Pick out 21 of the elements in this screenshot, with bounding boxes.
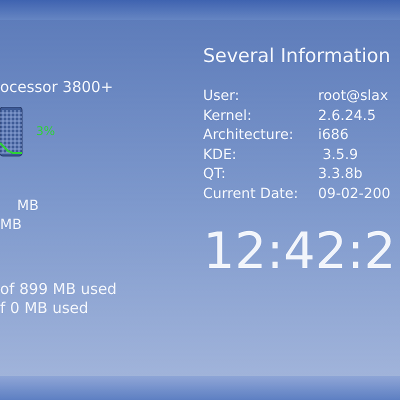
info-label: Current Date: [203, 184, 300, 204]
info-value: 2.6.24.5 [318, 106, 377, 126]
info-label: Architecture: [203, 126, 294, 145]
processor-name: ocessor 3800+ [0, 78, 114, 96]
cpu-load: 3% [36, 124, 56, 138]
cpu-graph [0, 107, 23, 157]
info-value: 3.5.9 [321, 146, 360, 164]
info-label: KDE: [203, 146, 238, 164]
clock-time: 12:42:2 [203, 223, 397, 279]
usage-text: of 899 MB used [0, 280, 118, 299]
info-value: 09-02-200 [318, 184, 392, 204]
memory-text: MB [0, 216, 23, 235]
info-label: Kernel: [203, 106, 253, 126]
info-title: Several Information [203, 45, 392, 67]
info-value: 3.3.8b [318, 165, 364, 184]
info-value: root@slax [318, 87, 390, 106]
memory-text: MB [16, 197, 40, 216]
info-value: i686 [318, 126, 350, 145]
info-label: User: [203, 87, 240, 106]
usage-text: f 0 MB used [0, 299, 90, 318]
info-label: QT: [203, 165, 227, 184]
